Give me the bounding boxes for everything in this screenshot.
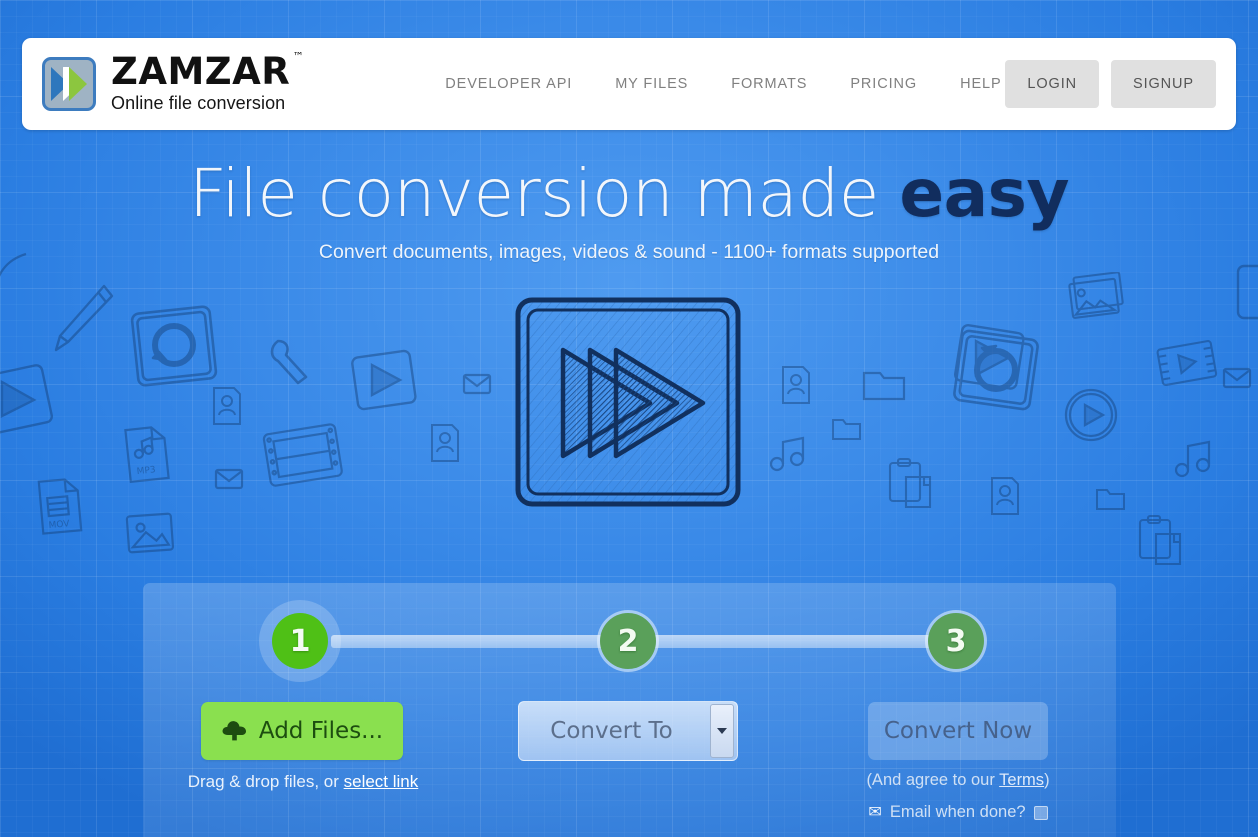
hero-section: File conversion made easy Convert docume… bbox=[0, 160, 1258, 264]
email-when-done-row: ✉ Email when done? bbox=[848, 803, 1068, 822]
conversion-steps-panel: 1 2 3 Add Files... Convert To Convert No… bbox=[143, 583, 1116, 837]
contact-card-doodle-icon bbox=[991, 477, 1019, 515]
folder-doodle-icon bbox=[1096, 489, 1125, 510]
photo-stack-doodle-icon bbox=[1068, 272, 1124, 319]
play-square-doodle-icon bbox=[953, 324, 1025, 390]
terms-caption: (And agree to our Terms) bbox=[848, 771, 1068, 790]
play-circle-doodle-icon bbox=[1064, 388, 1118, 442]
chevron-down-icon[interactable] bbox=[710, 704, 734, 758]
headline-accent: easy bbox=[899, 155, 1069, 232]
step-indicator-3[interactable]: 3 bbox=[928, 613, 984, 669]
mov-file-doodle-icon: MOV bbox=[37, 478, 83, 535]
nav-pricing[interactable]: PRICING bbox=[850, 76, 917, 92]
envelope-doodle-icon bbox=[1222, 367, 1252, 389]
brand-text-block: ZAMZAR ™ Online file conversion bbox=[111, 51, 304, 113]
brand-logo-block[interactable]: ZAMZAR ™ Online file conversion bbox=[42, 51, 304, 113]
trademark-symbol: ™ bbox=[292, 50, 305, 64]
envelope-doodle-icon bbox=[462, 373, 492, 395]
envelope-doodle-icon bbox=[214, 468, 244, 490]
convert-to-label: Convert To bbox=[550, 718, 673, 744]
terms-prefix: (And agree to our bbox=[866, 771, 1000, 789]
svg-text:MOV: MOV bbox=[48, 519, 70, 531]
add-files-button[interactable]: Add Files... bbox=[201, 702, 403, 760]
headline-main: File conversion made bbox=[189, 155, 900, 232]
film-strip-doodle-icon bbox=[262, 423, 343, 487]
pencil-doodle-icon bbox=[54, 284, 114, 352]
brand-name: ZAMZAR ™ bbox=[111, 51, 304, 90]
contact-card-doodle-icon bbox=[213, 387, 241, 425]
folder-doodle-icon bbox=[862, 371, 906, 401]
page-root: MP3 MOV ZAMZAR ™ Online file conversion … bbox=[0, 0, 1258, 837]
nav-formats[interactable]: FORMATS bbox=[731, 76, 807, 92]
step-indicator-2[interactable]: 2 bbox=[600, 613, 656, 669]
nav-my-files[interactable]: MY FILES bbox=[615, 76, 688, 92]
nav-help[interactable]: HELP bbox=[960, 76, 1001, 92]
nav-developer-api[interactable]: DEVELOPER API bbox=[445, 76, 572, 92]
step-1-number: 1 bbox=[289, 623, 311, 659]
double-chevron-logo-icon bbox=[42, 57, 96, 111]
video-reel-doodle-icon bbox=[1156, 340, 1218, 387]
step-indicator-1[interactable]: 1 bbox=[272, 613, 328, 669]
wrench-doodle-icon bbox=[270, 339, 308, 385]
login-button[interactable]: LOGIN bbox=[1005, 60, 1099, 108]
signup-button[interactable]: SIGNUP bbox=[1111, 60, 1216, 108]
email-when-done-label: Email when done? bbox=[889, 803, 1026, 821]
site-header: ZAMZAR ™ Online file conversion DEVELOPE… bbox=[22, 38, 1236, 130]
page-title: File conversion made easy bbox=[0, 160, 1258, 228]
image-file-doodle-icon bbox=[125, 512, 175, 554]
play-square-doodle-icon bbox=[0, 364, 54, 435]
play-square-doodle-icon bbox=[351, 349, 417, 411]
step-2-number: 2 bbox=[617, 623, 639, 659]
music-note-doodle-icon bbox=[769, 436, 805, 472]
brand-name-text: ZAMZAR bbox=[111, 50, 291, 94]
fast-forward-sketch-icon bbox=[508, 288, 750, 518]
auth-button-group: LOGIN SIGNUP bbox=[1005, 60, 1216, 108]
refresh-square-doodle-icon bbox=[130, 305, 218, 387]
convert-now-button[interactable]: Convert Now bbox=[868, 702, 1048, 760]
terms-suffix: ) bbox=[1044, 771, 1050, 789]
select-link[interactable]: select link bbox=[344, 772, 419, 791]
convert-to-select[interactable]: Convert To bbox=[518, 701, 738, 761]
brand-tagline: Online file conversion bbox=[111, 92, 286, 113]
add-files-label: Add Files... bbox=[258, 718, 384, 744]
terms-link[interactable]: Terms bbox=[999, 771, 1044, 789]
step-3-number: 3 bbox=[945, 623, 967, 659]
contact-card-doodle-icon bbox=[431, 424, 459, 462]
hero-subtitle: Convert documents, images, videos & soun… bbox=[318, 240, 940, 263]
mp3-file-doodle-icon: MP3 bbox=[124, 426, 170, 483]
drag-drop-caption: Drag & drop files, or select link bbox=[183, 772, 423, 792]
main-navigation: DEVELOPER API MY FILES FORMATS PRICING H… bbox=[445, 76, 1001, 92]
folder-doodle-icon bbox=[832, 419, 861, 440]
email-when-done-checkbox[interactable] bbox=[1033, 805, 1048, 820]
svg-text:MP3: MP3 bbox=[136, 465, 156, 477]
refresh-square-doodle-icon bbox=[946, 330, 947, 331]
clipboard-copy-doodle-icon bbox=[1138, 514, 1182, 566]
contact-card-doodle-icon bbox=[782, 366, 810, 404]
envelope-icon: ✉ bbox=[868, 803, 882, 821]
drag-drop-prefix: Drag & drop files, or bbox=[187, 772, 344, 791]
music-note-doodle-icon bbox=[1174, 440, 1211, 478]
clipboard-copy-doodle-icon bbox=[888, 457, 932, 509]
cloud-upload-icon bbox=[221, 719, 248, 744]
refresh-square-doodle-icon bbox=[950, 322, 951, 323]
sync-square-doodle-icon bbox=[953, 329, 1039, 411]
play-square-doodle-icon bbox=[1236, 264, 1258, 320]
